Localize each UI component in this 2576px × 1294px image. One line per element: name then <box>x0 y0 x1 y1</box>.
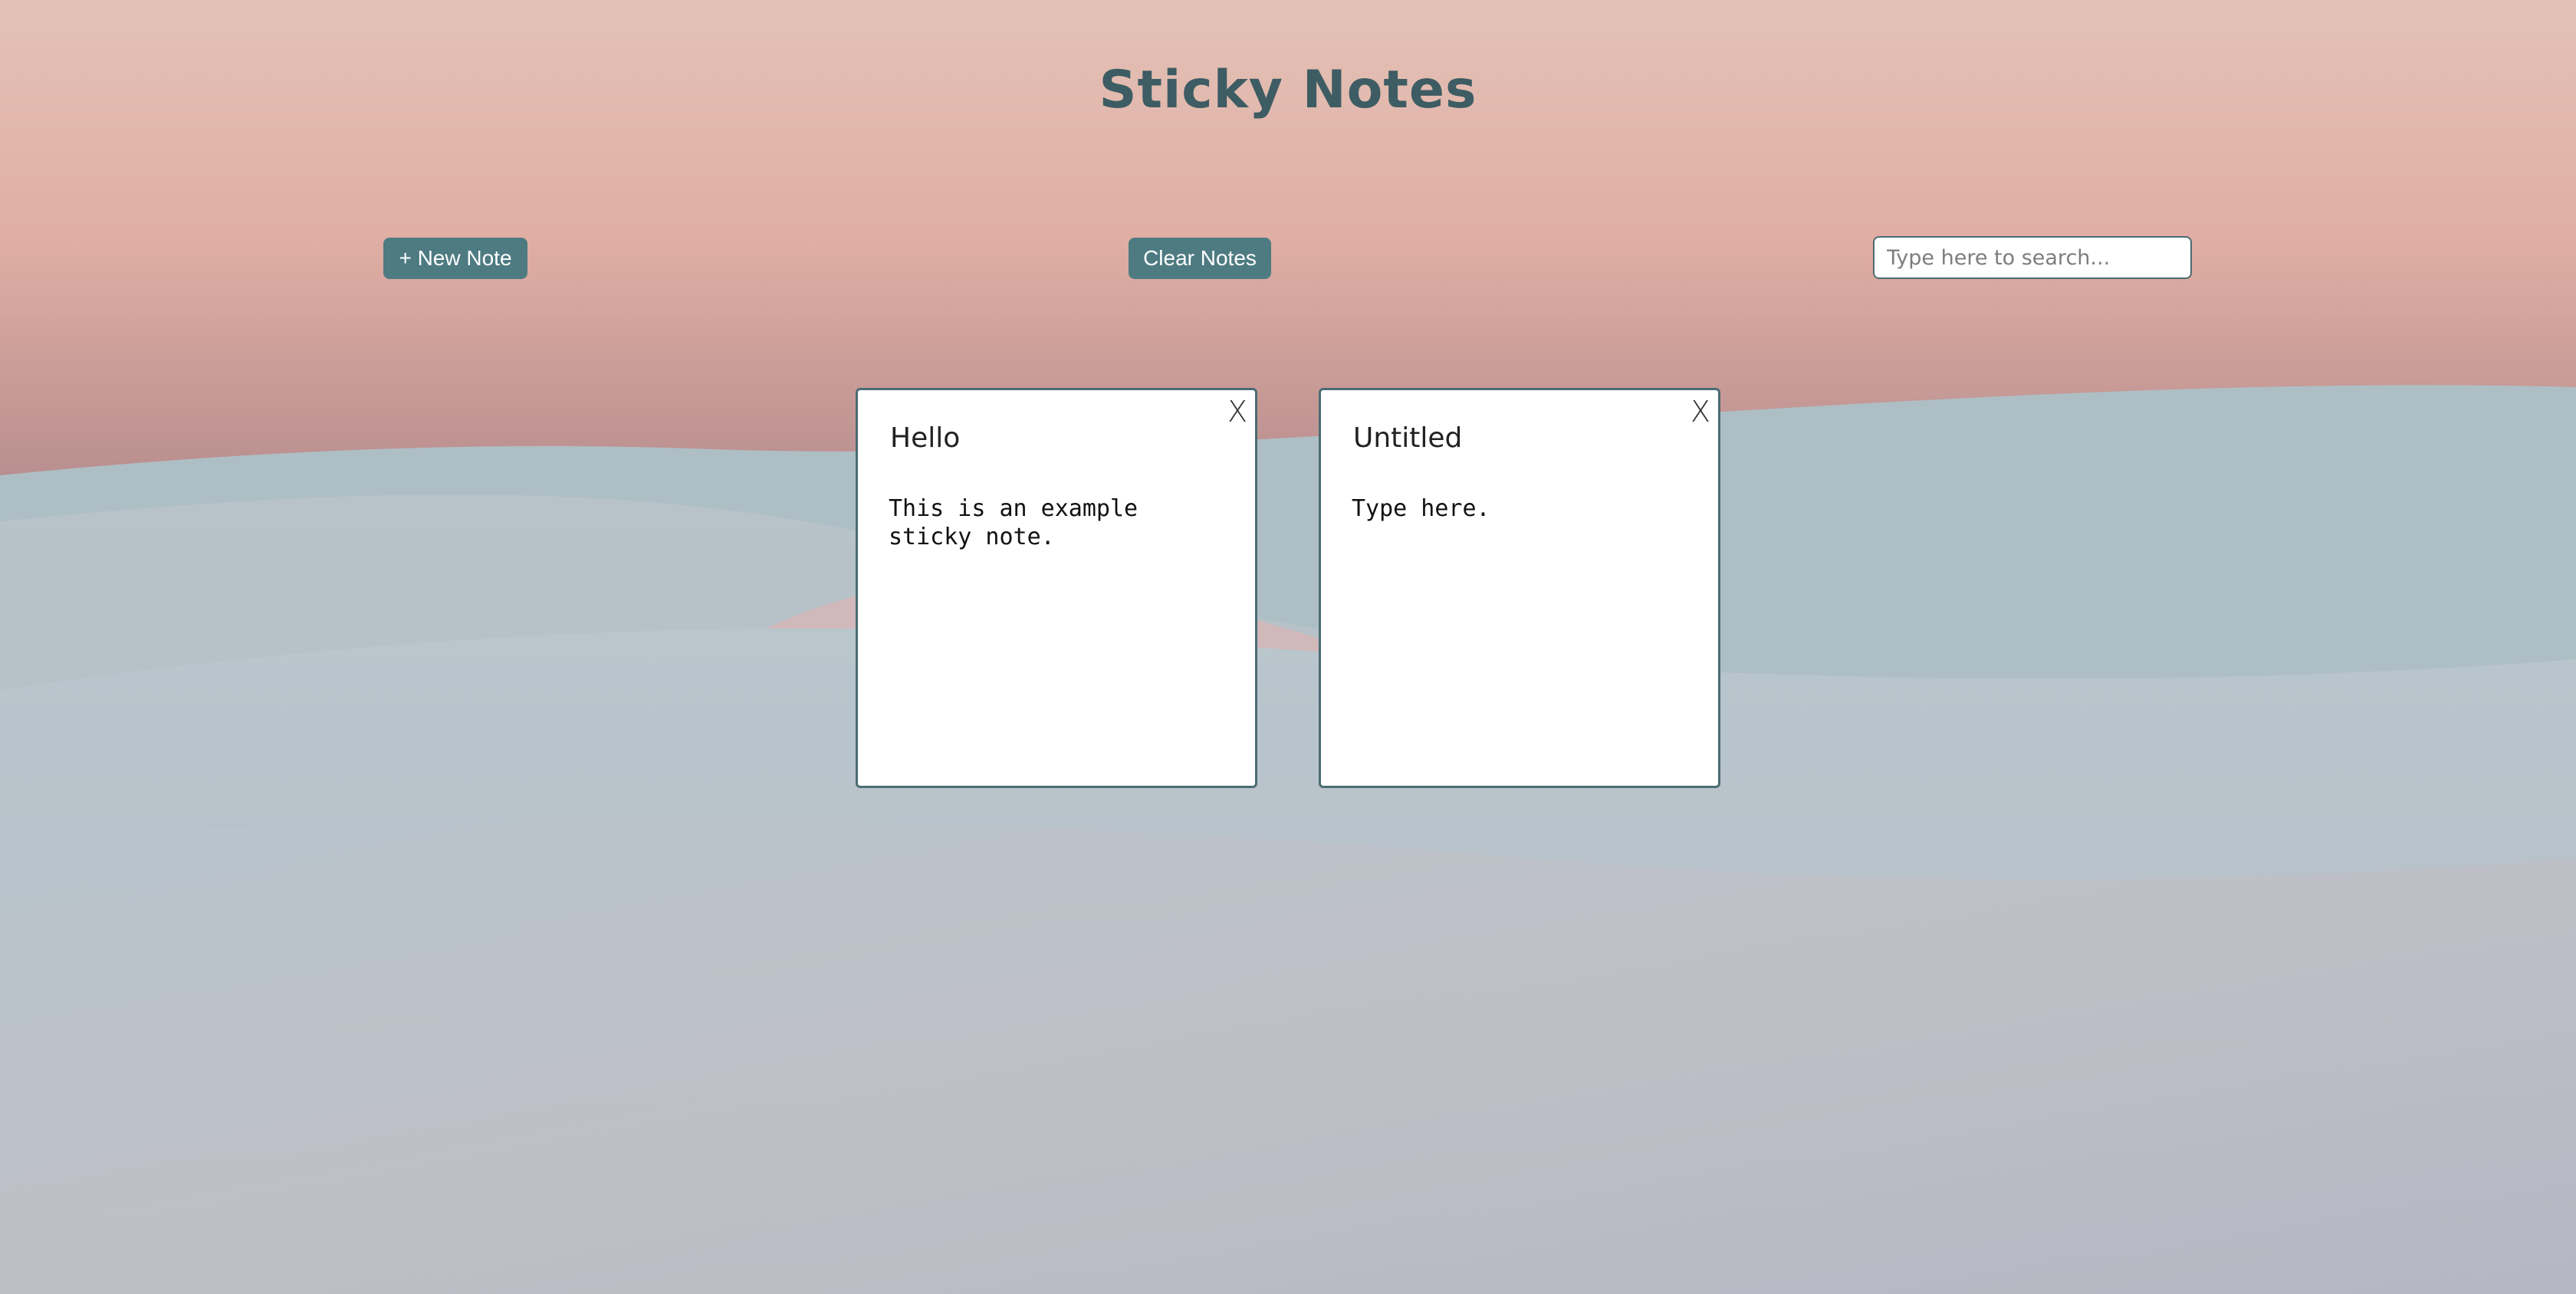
page-title: Sticky Notes <box>1099 60 1477 120</box>
new-note-button[interactable]: + New Note <box>383 238 527 279</box>
clear-notes-button[interactable]: Clear Notes <box>1129 238 1271 279</box>
app-window: Sticky Notes + New Note Clear Notes X He… <box>0 0 2576 1294</box>
note-title[interactable]: Hello <box>890 422 1197 454</box>
note-body[interactable]: Type here. <box>1352 494 1689 523</box>
sticky-note[interactable]: X Hello This is an example sticky note. <box>856 388 1257 788</box>
close-note-button[interactable]: X <box>1691 395 1710 429</box>
desert-background <box>0 0 2576 1294</box>
note-body[interactable]: This is an example sticky note. <box>889 494 1226 551</box>
close-note-button[interactable]: X <box>1227 395 1247 429</box>
note-title[interactable]: Untitled <box>1353 422 1660 454</box>
search-input[interactable] <box>1873 236 2192 279</box>
sticky-note[interactable]: X Untitled Type here. <box>1319 388 1720 788</box>
